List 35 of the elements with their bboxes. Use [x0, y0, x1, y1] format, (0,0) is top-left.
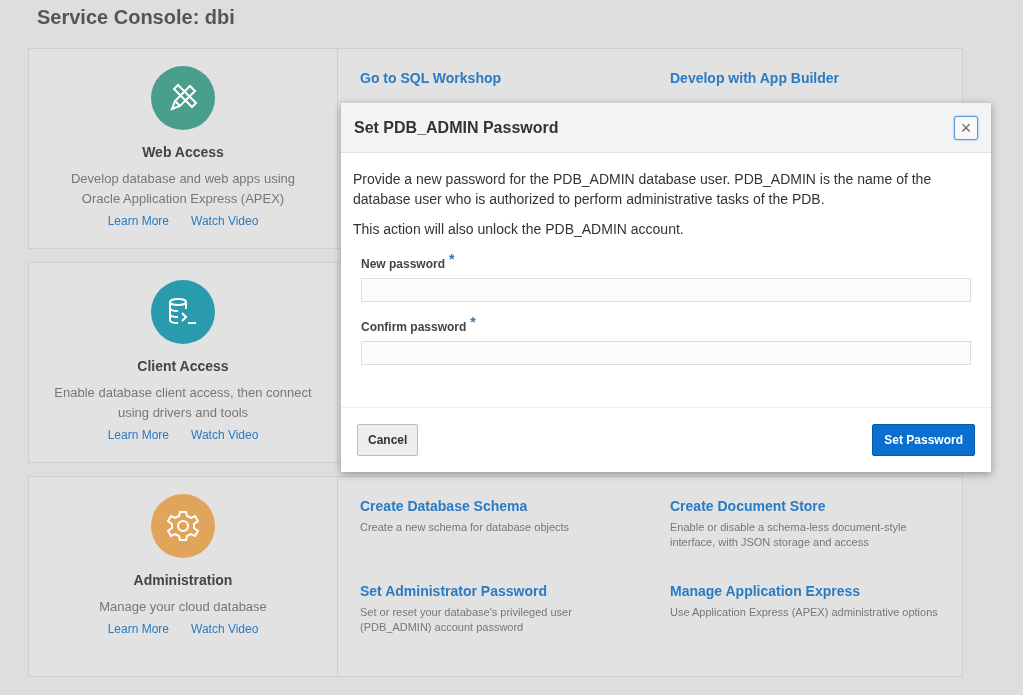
required-mark: * [470, 314, 476, 330]
section-title: Client Access [137, 358, 229, 374]
dialog-title: Set PDB_ADMIN Password [354, 118, 559, 137]
password-field[interactable] [361, 278, 971, 302]
dialog-text: This action will also unlock the PDB_ADMIN account. [353, 220, 685, 239]
field-label: New password [361, 257, 446, 273]
action-link[interactable]: Set Administrator Password [360, 583, 547, 599]
action-description: Enable or disable a schema-less document-style interface, with JSON storage and access [670, 520, 908, 550]
section-title: Administration [133, 572, 233, 588]
action-link[interactable]: Develop with App Builder [670, 70, 840, 86]
link[interactable]: Watch Video [191, 214, 259, 228]
link[interactable]: Watch Video [191, 428, 259, 442]
cancel-button[interactable]: Cancel [357, 424, 419, 456]
action-link[interactable]: Create Database Schema [360, 498, 528, 514]
action-description: Set or reset your database's privileged user (PDB_ADMIN) account password [360, 605, 573, 635]
link[interactable]: Learn More [107, 428, 169, 442]
section-title: Web Access [142, 144, 224, 160]
link[interactable]: Learn More [107, 214, 169, 228]
section-description: Develop database and web apps using Oracle Application Express (APEX) [69, 170, 297, 208]
password-field[interactable] [361, 341, 971, 365]
required-mark: * [449, 251, 455, 267]
dialog-text: Provide a new password for the PDB_ADMIN database user. PDB_ADMIN is the name of the database user who is authorized to perform administrative tasks of the PDB. [353, 170, 933, 209]
link[interactable]: Watch Video [191, 622, 259, 636]
section-description: Enable database client access, then connect using drivers and tools [53, 384, 313, 422]
action-link[interactable]: Create Document Store [670, 498, 826, 514]
action-description: Use Application Express (APEX) administrative options [670, 605, 939, 620]
link[interactable]: Learn More [107, 622, 169, 636]
section-description: Manage your cloud database [98, 598, 268, 616]
action-link[interactable]: Manage Application Express [670, 583, 861, 599]
close-button[interactable]: × [954, 115, 978, 140]
field-label: Confirm password [361, 320, 467, 336]
action-description: Create a new schema for database objects [360, 520, 571, 535]
set-password-button[interactable]: Set Password [872, 424, 975, 456]
page-title: Service Console: dbi [36, 5, 236, 30]
action-link[interactable]: Go to SQL Workshop [360, 70, 502, 86]
